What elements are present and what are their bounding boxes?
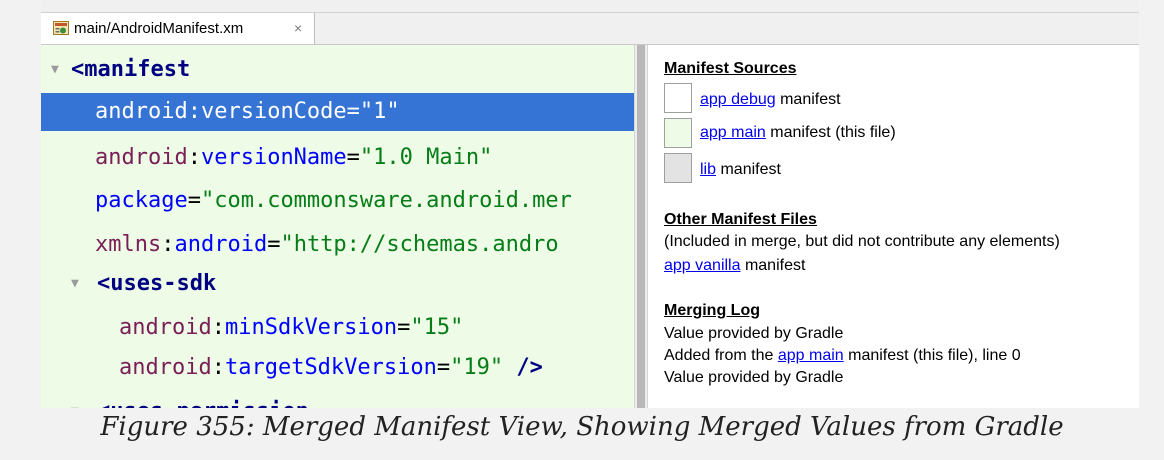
xml-token-attr: package <box>95 188 188 213</box>
xml-token-ns: android <box>119 315 212 340</box>
code-text: package="com.commonsware.android.mer <box>95 182 572 220</box>
code-line[interactable]: ▼ <uses-sdk <box>41 265 634 303</box>
xml-token-ns: android <box>95 145 188 170</box>
xml-token-ns: android <box>95 99 188 124</box>
source-row-app-debug: app debug manifest <box>700 91 841 109</box>
code-text: android:versionName="1.0 Main" <box>95 139 492 177</box>
code-line[interactable]: android:minSdkVersion="15" <box>41 309 634 347</box>
xml-token-eq: = <box>187 188 201 213</box>
source-row-lib: lib manifest <box>700 161 781 179</box>
xml-token-eq: = <box>397 315 411 340</box>
code-line[interactable]: package="com.commonsware.android.mer <box>41 182 634 220</box>
fold-toggle-icon[interactable]: ▼ <box>71 393 79 408</box>
code-line[interactable]: android:versionCode="1" <box>41 93 634 131</box>
xml-token-bracket: /> <box>503 355 543 380</box>
code-text: <manifest <box>71 51 190 89</box>
xml-token-val: "15" <box>410 315 464 340</box>
xml-token-eq: : <box>211 315 225 340</box>
figure-caption: Figure 355: Merged Manifest View, Showin… <box>100 412 1064 442</box>
code-text: <uses-permission <box>97 393 309 408</box>
source-suffix: manifest <box>716 161 781 178</box>
code-text: android:versionCode="1" <box>95 93 400 131</box>
merging-log-app-main-link[interactable]: app main <box>778 347 844 364</box>
ide-window: main/AndroidManifest.xm × ▼ <manifest andr… <box>41 0 1139 408</box>
other-manifest-note: (Included in merge, but did not contribu… <box>664 233 1060 250</box>
source-row-app-main: app main manifest (this file) <box>700 124 896 142</box>
tab-close-icon[interactable]: × <box>294 20 302 36</box>
code-line[interactable]: ▼ <uses-permission <box>41 393 634 408</box>
manifest-sources-heading: Manifest Sources <box>664 60 797 77</box>
source-suffix: manifest <box>775 91 841 108</box>
xml-token-eq: = <box>346 99 360 124</box>
swatch-app-debug <box>664 83 692 113</box>
xml-token-val: "http://schemas.andro <box>280 232 559 257</box>
merging-log-line-2: Added from the app main manifest (this f… <box>664 347 1021 364</box>
lib-link[interactable]: lib <box>700 161 716 178</box>
code-line[interactable]: android:versionName="1.0 Main" <box>41 139 634 177</box>
xml-file-icon <box>53 21 69 35</box>
app-debug-link[interactable]: app debug <box>700 91 776 108</box>
swatch-lib <box>664 153 692 183</box>
fold-toggle-icon[interactable]: ▼ <box>71 265 79 303</box>
xml-token-attr: targetSdkVersion <box>224 355 437 380</box>
swatch-app-main <box>664 118 692 148</box>
xml-token-ns: android <box>119 355 212 380</box>
xml-token-ns: xmlns <box>95 232 162 257</box>
xml-token-eq: : <box>187 145 201 170</box>
editor-tab-bar: main/AndroidManifest.xm × <box>41 0 1139 45</box>
code-text: android:targetSdkVersion="19" /> <box>119 349 543 387</box>
xml-token-attr: versionName <box>200 145 347 170</box>
xml-token-eq: = <box>346 145 360 170</box>
code-line[interactable]: ▼ <manifest <box>41 51 634 89</box>
code-line[interactable]: android:targetSdkVersion="19" /> <box>41 349 634 387</box>
xml-editor[interactable]: ▼ <manifest android:versionCode="1" android… <box>41 45 634 408</box>
tab-android-manifest[interactable]: main/AndroidManifest.xm × <box>41 13 315 44</box>
code-text: xmlns:android="http://schemas.andro <box>95 226 559 264</box>
app-main-link[interactable]: app main <box>700 124 766 141</box>
xml-token-val: "1" <box>359 99 400 124</box>
code-line[interactable]: xmlns:android="http://schemas.andro <box>41 226 634 264</box>
xml-token-eq: : <box>187 99 201 124</box>
xml-token-bracket: <manifest <box>71 57 191 82</box>
fold-toggle-icon[interactable]: ▼ <box>51 51 59 89</box>
code-text: <uses-sdk <box>97 265 216 303</box>
xml-token-attr: minSdkVersion <box>224 315 398 340</box>
editor-scrollbar[interactable] <box>634 45 647 408</box>
xml-token-val: "com.commonsware.android.mer <box>200 188 572 213</box>
other-manifest-suffix: manifest <box>740 257 806 274</box>
other-manifest-row: app vanilla manifest <box>664 257 805 275</box>
xml-token-bracket: <uses-sdk <box>97 271 217 296</box>
merging-log-line-1: Value provided by Gradle <box>664 325 844 342</box>
xml-token-val: "1.0 Main" <box>359 145 493 170</box>
xml-token-eq: = <box>267 232 281 257</box>
xml-token-attr: android <box>174 232 268 257</box>
xml-token-eq: : <box>161 232 175 257</box>
editor-scrollbar-thumb[interactable] <box>637 45 645 408</box>
app-vanilla-link[interactable]: app vanilla <box>664 257 741 274</box>
xml-token-attr: versionCode <box>200 99 347 124</box>
code-text: android:minSdkVersion="15" <box>119 309 463 347</box>
other-manifest-files-heading: Other Manifest Files <box>664 211 817 228</box>
xml-token-eq: : <box>211 355 225 380</box>
tab-label: main/AndroidManifest.xm <box>74 20 244 37</box>
xml-token-val: "19" <box>450 355 504 380</box>
merged-manifest-info-panel: Manifest Sources app debug manifest app … <box>647 45 1139 408</box>
merging-log-heading: Merging Log <box>664 302 760 319</box>
xml-token-eq: = <box>436 355 451 380</box>
merging-log-line-3: Value provided by Gradle <box>664 369 844 386</box>
source-suffix: manifest (this file) <box>765 124 896 141</box>
xml-token-bracket: <uses-permission <box>97 399 309 408</box>
